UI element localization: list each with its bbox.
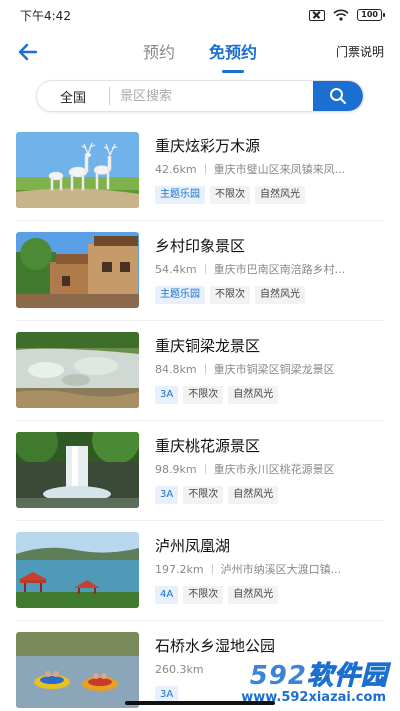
spot-address: 重庆市永川区桃花源景区	[213, 463, 335, 476]
spot-thumbnail-waterfall	[16, 432, 139, 508]
spot-distance: 98.9km	[155, 463, 197, 476]
spot-tag-rating: 3A	[155, 386, 179, 404]
search-icon	[330, 88, 346, 104]
spot-distance: 54.4km	[155, 263, 197, 276]
spot-tag: 自然风光	[255, 186, 305, 204]
status-bar: 下午4:42 100	[0, 0, 400, 30]
tab-reservation[interactable]: 预约	[141, 33, 177, 69]
search-button[interactable]	[313, 81, 363, 111]
spot-info: 重庆炫彩万木源 42.6km 重庆市璧山区来凤镇来凤... 主题乐园 不限次 自然…	[155, 136, 400, 204]
scenic-spot-item[interactable]: 重庆桃花源景区 98.9km 重庆市永川区桃花源景区 3A 不限次 自然风光	[16, 420, 400, 520]
spot-tags: 主题乐园 不限次 自然风光	[155, 186, 384, 204]
spot-tag: 自然风光	[228, 386, 279, 404]
spot-tag: 自然风光	[255, 286, 305, 304]
spot-distance: 84.8km	[155, 363, 197, 376]
no-sim-icon	[309, 9, 326, 21]
scenic-spot-list: 重庆炫彩万木源 42.6km 重庆市璧山区来凤镇来凤... 主题乐园 不限次 自然…	[0, 120, 400, 711]
spot-name: 石桥水乡湿地公园	[155, 637, 276, 655]
spot-tags: 3A 不限次 自然风光	[155, 486, 384, 504]
spot-tags: 4A 不限次 自然风光	[155, 586, 384, 604]
spot-tag-rating: 3A	[155, 486, 179, 504]
spot-thumbnail-bumper-boats	[16, 632, 139, 708]
scenic-spot-item[interactable]: 重庆铜梁龙景区 84.8km 重庆市铜梁区铜梁龙景区 3A 不限次 自然风光	[16, 320, 400, 420]
back-arrow-icon	[18, 43, 38, 61]
spot-meta: 98.9km 重庆市永川区桃花源景区	[155, 462, 384, 478]
search-input[interactable]	[110, 88, 313, 104]
spot-meta: 84.8km 重庆市铜梁区铜梁龙景区	[155, 362, 384, 378]
spot-address: 重庆市铜梁区铜梁龙景区	[213, 363, 335, 376]
scenic-spot-item[interactable]: 石桥水乡湿地公园 260.3km 3A	[16, 620, 400, 711]
status-time: 下午4:42	[20, 8, 71, 23]
meta-divider	[204, 264, 206, 274]
spot-tag: 自然风光	[228, 486, 279, 504]
spot-tag: 不限次	[183, 486, 224, 504]
spot-meta: 54.4km 重庆市巴南区南涪路乡村...	[155, 262, 384, 278]
spot-name: 泸州凤凰湖	[155, 537, 231, 555]
spot-tag-category: 主题乐园	[155, 286, 205, 304]
spot-tag: 不限次	[210, 186, 250, 204]
status-icons: 100	[309, 9, 385, 21]
spot-thumbnail-village-houses	[16, 232, 139, 308]
spot-distance: 42.6km	[155, 163, 197, 176]
search-area: 全国	[0, 72, 400, 120]
back-button[interactable]	[14, 38, 42, 66]
spot-tag: 不限次	[210, 286, 250, 304]
spot-info: 石桥水乡湿地公园 260.3km 3A	[155, 636, 400, 704]
spot-thumbnail-lake-pavilion	[16, 532, 139, 608]
region-selector[interactable]: 全国	[37, 87, 109, 106]
spot-meta: 197.2km 泸州市纳溪区大渡口镇...	[155, 562, 384, 578]
spot-distance: 197.2km	[155, 563, 204, 576]
spot-tag: 不限次	[183, 586, 224, 604]
spot-tag: 不限次	[183, 386, 224, 404]
home-indicator	[125, 701, 275, 705]
spot-name: 乡村印象景区	[155, 237, 246, 255]
meta-divider	[211, 564, 213, 574]
battery-icon: 100	[357, 9, 385, 21]
scenic-spot-item[interactable]: 乡村印象景区 54.4km 重庆市巴南区南涪路乡村... 主题乐园 不限次 自然风…	[16, 220, 400, 320]
spot-address: 重庆市巴南区南涪路乡村...	[213, 263, 346, 276]
top-nav: 预约 免预约 门票说明	[0, 30, 400, 72]
spot-distance: 260.3km	[155, 663, 204, 676]
spot-tags: 主题乐园 不限次 自然风光	[155, 286, 384, 304]
wifi-icon	[333, 9, 349, 21]
spot-thumbnail-deer-sculpture-park	[16, 132, 139, 208]
spot-info: 重庆铜梁龙景区 84.8km 重庆市铜梁区铜梁龙景区 3A 不限次 自然风光	[155, 336, 400, 404]
spot-tags: 3A 不限次 自然风光	[155, 386, 384, 404]
meta-divider	[204, 464, 206, 474]
meta-divider	[204, 164, 206, 174]
meta-divider	[204, 364, 206, 374]
spot-info: 重庆桃花源景区 98.9km 重庆市永川区桃花源景区 3A 不限次 自然风光	[155, 436, 400, 504]
spot-address: 重庆市璧山区来凤镇来凤...	[213, 163, 346, 176]
spot-meta: 42.6km 重庆市璧山区来凤镇来凤...	[155, 162, 384, 178]
search-bar: 全国	[36, 80, 364, 112]
spot-info: 乡村印象景区 54.4km 重庆市巴南区南涪路乡村... 主题乐园 不限次 自然风…	[155, 236, 400, 304]
spot-name: 重庆炫彩万木源	[155, 137, 261, 155]
spot-name: 重庆铜梁龙景区	[155, 337, 261, 355]
tab-no-reservation[interactable]: 免预约	[207, 33, 259, 69]
spot-name: 重庆桃花源景区	[155, 437, 261, 455]
spot-meta: 260.3km	[155, 662, 384, 678]
scenic-spot-item[interactable]: 泸州凤凰湖 197.2km 泸州市纳溪区大渡口镇... 4A 不限次 自然风光	[16, 520, 400, 620]
spot-address: 泸州市纳溪区大渡口镇...	[220, 563, 342, 576]
spot-tag: 自然风光	[228, 586, 279, 604]
spot-tag-category: 主题乐园	[155, 186, 205, 204]
spot-thumbnail-rocky-stream	[16, 332, 139, 408]
spot-info: 泸州凤凰湖 197.2km 泸州市纳溪区大渡口镇... 4A 不限次 自然风光	[155, 536, 400, 604]
ticket-info-link[interactable]: 门票说明	[336, 43, 384, 60]
spot-tag-rating: 4A	[155, 586, 179, 604]
scenic-spot-item[interactable]: 重庆炫彩万木源 42.6km 重庆市璧山区来凤镇来凤... 主题乐园 不限次 自然…	[16, 120, 400, 220]
